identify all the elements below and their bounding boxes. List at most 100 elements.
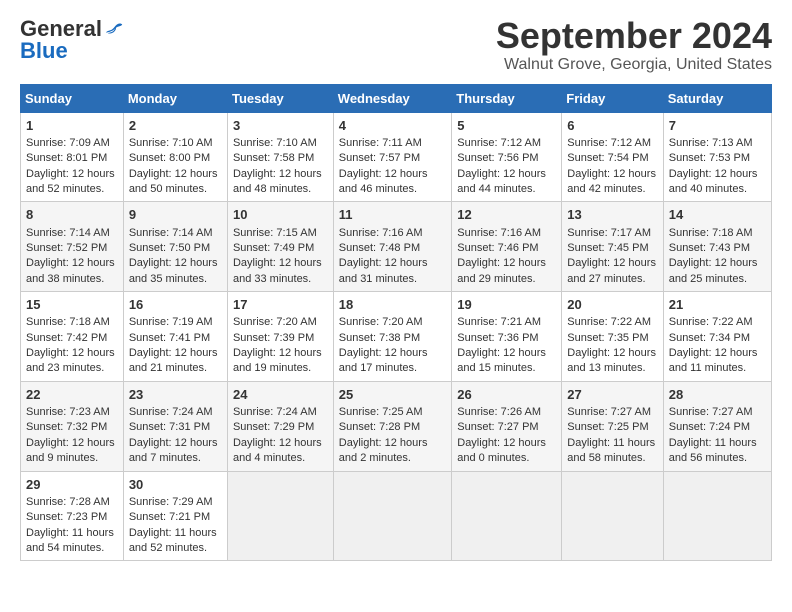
sunrise-text: Sunrise: 7:20 AM — [339, 316, 423, 328]
sunrise-text: Sunrise: 7:17 AM — [567, 227, 651, 239]
sunrise-text: Sunrise: 7:10 AM — [233, 137, 317, 149]
table-row: 24 Sunrise: 7:24 AM Sunset: 7:29 PM Dayl… — [227, 381, 333, 471]
empty-cell — [227, 471, 333, 561]
daylight-text: Daylight: 12 hours and 31 minutes. — [339, 257, 428, 284]
daylight-text: Daylight: 12 hours and 38 minutes. — [26, 257, 115, 284]
sunrise-text: Sunrise: 7:22 AM — [567, 316, 651, 328]
sunrise-text: Sunrise: 7:20 AM — [233, 316, 317, 328]
table-row: 22 Sunrise: 7:23 AM Sunset: 7:32 PM Dayl… — [21, 381, 124, 471]
daylight-text: Daylight: 12 hours and 35 minutes. — [129, 257, 218, 284]
sunset-text: Sunset: 7:53 PM — [669, 152, 750, 164]
sunset-text: Sunset: 7:56 PM — [457, 152, 538, 164]
day-number: 12 — [457, 206, 556, 224]
day-number: 8 — [26, 206, 118, 224]
table-row: 4 Sunrise: 7:11 AM Sunset: 7:57 PM Dayli… — [333, 112, 451, 202]
daylight-text: Daylight: 12 hours and 17 minutes. — [339, 347, 428, 374]
sunset-text: Sunset: 7:57 PM — [339, 152, 420, 164]
sunset-text: Sunset: 7:43 PM — [669, 242, 750, 254]
table-row: 5 Sunrise: 7:12 AM Sunset: 7:56 PM Dayli… — [452, 112, 562, 202]
sunset-text: Sunset: 7:52 PM — [26, 242, 107, 254]
table-row: 2 Sunrise: 7:10 AM Sunset: 8:00 PM Dayli… — [123, 112, 227, 202]
table-row: 30 Sunrise: 7:29 AM Sunset: 7:21 PM Dayl… — [123, 471, 227, 561]
day-number: 9 — [129, 206, 222, 224]
logo: General Blue — [20, 16, 124, 64]
day-number: 14 — [669, 206, 766, 224]
day-number: 28 — [669, 386, 766, 404]
day-number: 23 — [129, 386, 222, 404]
calendar-header-row: Sunday Monday Tuesday Wednesday Thursday… — [21, 84, 772, 112]
sunset-text: Sunset: 7:28 PM — [339, 421, 420, 433]
sunrise-text: Sunrise: 7:18 AM — [669, 227, 753, 239]
day-number: 16 — [129, 296, 222, 314]
sunrise-text: Sunrise: 7:09 AM — [26, 137, 110, 149]
day-number: 5 — [457, 117, 556, 135]
sunrise-text: Sunrise: 7:14 AM — [26, 227, 110, 239]
sunset-text: Sunset: 7:54 PM — [567, 152, 648, 164]
empty-cell — [333, 471, 451, 561]
table-row: 25 Sunrise: 7:25 AM Sunset: 7:28 PM Dayl… — [333, 381, 451, 471]
table-row: 20 Sunrise: 7:22 AM Sunset: 7:35 PM Dayl… — [562, 292, 663, 382]
sunset-text: Sunset: 7:58 PM — [233, 152, 314, 164]
sunrise-text: Sunrise: 7:26 AM — [457, 406, 541, 418]
day-number: 15 — [26, 296, 118, 314]
col-tuesday: Tuesday — [227, 84, 333, 112]
daylight-text: Daylight: 12 hours and 19 minutes. — [233, 347, 322, 374]
sunset-text: Sunset: 7:45 PM — [567, 242, 648, 254]
sunset-text: Sunset: 8:01 PM — [26, 152, 107, 164]
daylight-text: Daylight: 11 hours and 54 minutes. — [26, 527, 114, 554]
day-number: 27 — [567, 386, 657, 404]
table-row: 11 Sunrise: 7:16 AM Sunset: 7:48 PM Dayl… — [333, 202, 451, 292]
sunset-text: Sunset: 7:49 PM — [233, 242, 314, 254]
sunset-text: Sunset: 7:32 PM — [26, 421, 107, 433]
empty-cell — [663, 471, 771, 561]
daylight-text: Daylight: 12 hours and 11 minutes. — [669, 347, 758, 374]
sunrise-text: Sunrise: 7:19 AM — [129, 316, 213, 328]
calendar-week-row: 29 Sunrise: 7:28 AM Sunset: 7:23 PM Dayl… — [21, 471, 772, 561]
sunset-text: Sunset: 7:42 PM — [26, 332, 107, 344]
day-number: 7 — [669, 117, 766, 135]
sunrise-text: Sunrise: 7:22 AM — [669, 316, 753, 328]
page-header: General Blue September 2024 Walnut Grove… — [20, 16, 772, 74]
table-row: 12 Sunrise: 7:16 AM Sunset: 7:46 PM Dayl… — [452, 202, 562, 292]
sunrise-text: Sunrise: 7:18 AM — [26, 316, 110, 328]
table-row: 26 Sunrise: 7:26 AM Sunset: 7:27 PM Dayl… — [452, 381, 562, 471]
daylight-text: Daylight: 12 hours and 33 minutes. — [233, 257, 322, 284]
day-number: 1 — [26, 117, 118, 135]
sunrise-text: Sunrise: 7:15 AM — [233, 227, 317, 239]
sunrise-text: Sunrise: 7:23 AM — [26, 406, 110, 418]
sunset-text: Sunset: 7:34 PM — [669, 332, 750, 344]
day-number: 21 — [669, 296, 766, 314]
table-row: 21 Sunrise: 7:22 AM Sunset: 7:34 PM Dayl… — [663, 292, 771, 382]
daylight-text: Daylight: 12 hours and 42 minutes. — [567, 168, 656, 195]
col-thursday: Thursday — [452, 84, 562, 112]
day-number: 29 — [26, 476, 118, 494]
day-number: 6 — [567, 117, 657, 135]
day-number: 17 — [233, 296, 328, 314]
table-row: 17 Sunrise: 7:20 AM Sunset: 7:39 PM Dayl… — [227, 292, 333, 382]
daylight-text: Daylight: 12 hours and 13 minutes. — [567, 347, 656, 374]
empty-cell — [452, 471, 562, 561]
sunset-text: Sunset: 8:00 PM — [129, 152, 210, 164]
sunrise-text: Sunrise: 7:27 AM — [567, 406, 651, 418]
sunset-text: Sunset: 7:48 PM — [339, 242, 420, 254]
calendar-week-row: 15 Sunrise: 7:18 AM Sunset: 7:42 PM Dayl… — [21, 292, 772, 382]
sunrise-text: Sunrise: 7:13 AM — [669, 137, 753, 149]
table-row: 3 Sunrise: 7:10 AM Sunset: 7:58 PM Dayli… — [227, 112, 333, 202]
day-number: 19 — [457, 296, 556, 314]
sunrise-text: Sunrise: 7:25 AM — [339, 406, 423, 418]
col-friday: Friday — [562, 84, 663, 112]
page-title: September 2024 — [496, 16, 772, 56]
table-row: 13 Sunrise: 7:17 AM Sunset: 7:45 PM Dayl… — [562, 202, 663, 292]
daylight-text: Daylight: 11 hours and 52 minutes. — [129, 527, 217, 554]
table-row: 10 Sunrise: 7:15 AM Sunset: 7:49 PM Dayl… — [227, 202, 333, 292]
daylight-text: Daylight: 12 hours and 23 minutes. — [26, 347, 115, 374]
daylight-text: Daylight: 12 hours and 15 minutes. — [457, 347, 546, 374]
sunset-text: Sunset: 7:27 PM — [457, 421, 538, 433]
calendar-week-row: 8 Sunrise: 7:14 AM Sunset: 7:52 PM Dayli… — [21, 202, 772, 292]
sunset-text: Sunset: 7:39 PM — [233, 332, 314, 344]
col-wednesday: Wednesday — [333, 84, 451, 112]
sunrise-text: Sunrise: 7:28 AM — [26, 496, 110, 508]
day-number: 11 — [339, 206, 446, 224]
col-monday: Monday — [123, 84, 227, 112]
table-row: 1 Sunrise: 7:09 AM Sunset: 8:01 PM Dayli… — [21, 112, 124, 202]
